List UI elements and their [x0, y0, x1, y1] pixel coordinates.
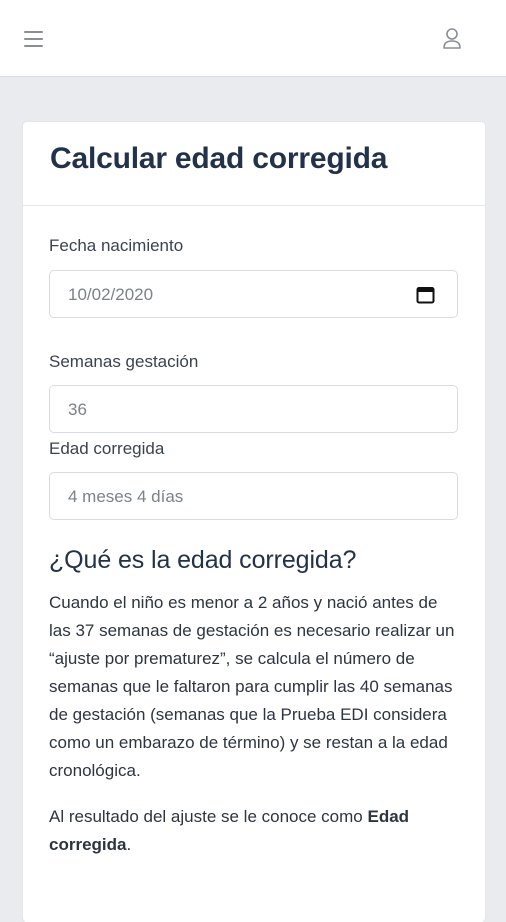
corrected-age-label: Edad corregida: [49, 439, 165, 458]
calculator-card: Calcular edad corregida Fecha nacimiento…: [23, 122, 485, 922]
calendar-icon[interactable]: [416, 285, 435, 304]
corrected-age-value: 4 meses 4 días: [68, 487, 184, 506]
card-header: Calcular edad corregida: [23, 122, 485, 206]
birth-date-value: 10/02/2020: [68, 285, 154, 304]
result-text-suffix: .: [126, 835, 132, 854]
info-paragraph-result: Al resultado del ajuste se le conoce com…: [49, 803, 459, 859]
birth-date-label: Fecha nacimiento: [49, 236, 184, 255]
user-profile-icon[interactable]: [441, 27, 463, 51]
top-app-bar: [0, 0, 506, 77]
gestation-weeks-label: Semanas gestación: [49, 352, 199, 371]
info-section-title: ¿Qué es la edad corregida?: [49, 546, 357, 574]
gestation-weeks-value: 36: [68, 400, 87, 419]
birth-date-input[interactable]: 10/02/2020: [49, 270, 458, 318]
corrected-age-field: 4 meses 4 días: [49, 472, 458, 520]
info-paragraph: Cuando el niño es menor a 2 años y nació…: [49, 593, 455, 780]
card-body: Fecha nacimiento 10/02/2020 Semanas gest…: [23, 206, 485, 859]
hamburger-menu-icon[interactable]: [24, 29, 44, 49]
card-title: Calcular edad corregida: [50, 142, 388, 175]
gestation-weeks-input[interactable]: 36: [49, 385, 458, 433]
result-text-prefix: Al resultado del ajuste se le conoce com…: [49, 807, 363, 826]
